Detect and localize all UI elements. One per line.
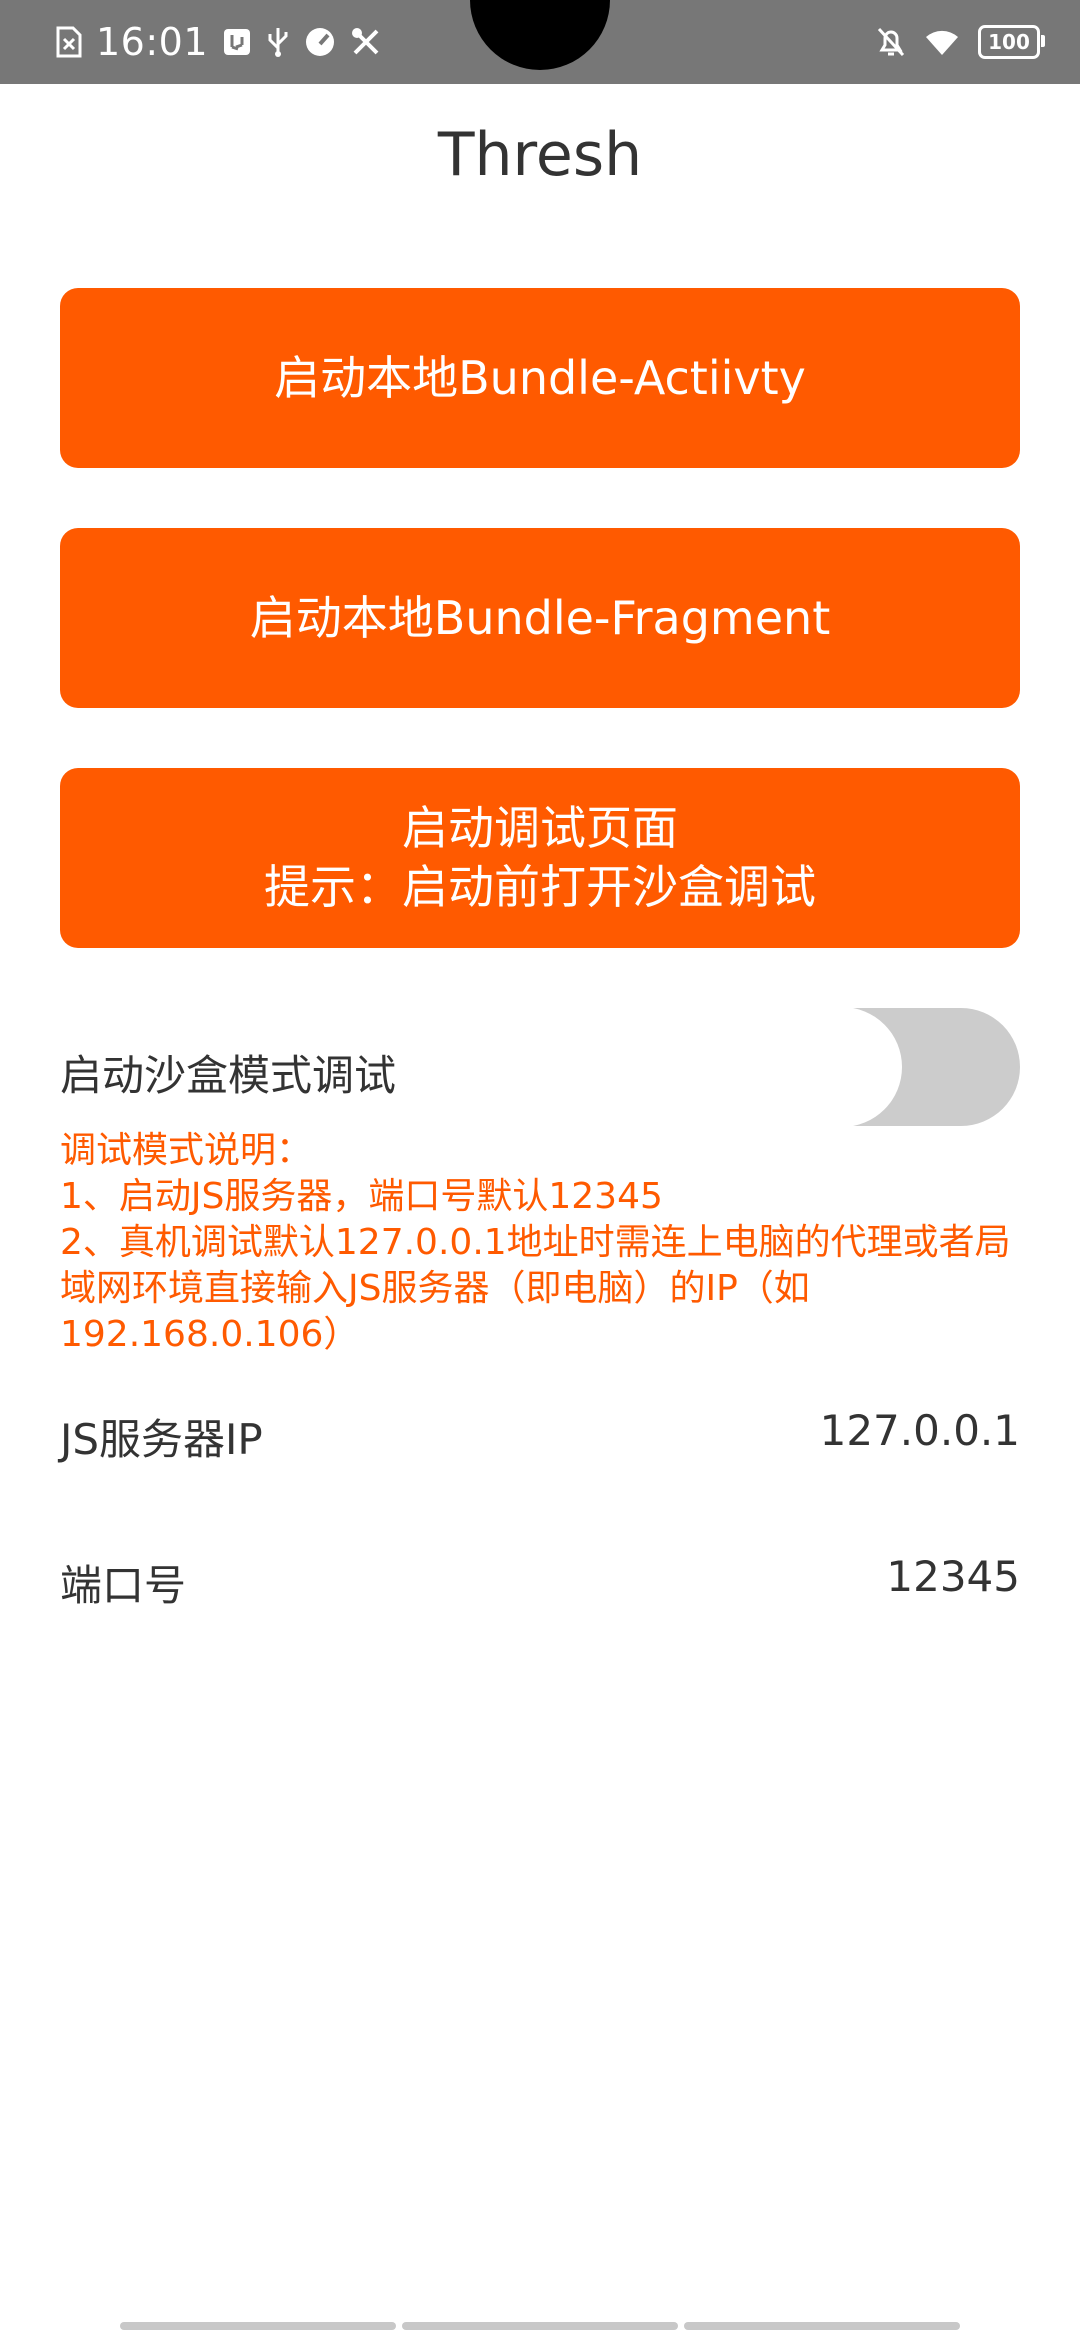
usb-icon: [266, 26, 290, 58]
gesture-segment: [120, 2322, 396, 2330]
js-server-ip-value[interactable]: 127.0.0.1: [820, 1406, 1020, 1455]
page-title: Thresh: [437, 120, 643, 190]
debug-mode-description: 调试模式说明： 1、启动JS服务器，端口号默认12345 2、真机调试默认127…: [60, 1128, 1020, 1358]
status-bar: 16:01 100: [0, 0, 1080, 84]
battery-level: 100: [988, 30, 1030, 54]
description-line-1: 1、启动JS服务器，端口号默认12345: [60, 1176, 663, 1217]
launch-debug-page-button[interactable]: 启动调试页面 提示：启动前打开沙盒调试: [60, 768, 1020, 948]
launch-fragment-button[interactable]: 启动本地Bundle-Fragment: [60, 528, 1020, 708]
description-line-2: 2、真机调试默认127.0.0.1地址时需连上电脑的代理或者局域网环境直接输入J…: [60, 1222, 1011, 1355]
gesture-navigation-bar[interactable]: [120, 2322, 960, 2330]
tools-icon: [350, 26, 382, 58]
js-server-ip-row[interactable]: JS服务器IP 127.0.0.1: [60, 1406, 1020, 1466]
status-bar-left: 16:01: [56, 16, 382, 68]
usb-debug-icon: [222, 27, 252, 57]
bell-off-icon: [876, 26, 906, 58]
wifi-icon: [924, 27, 960, 57]
launch-debug-label: 启动调试页面: [402, 801, 678, 856]
sandbox-toggle-row: 启动沙盒模式调试: [60, 1006, 1020, 1130]
gesture-segment: [684, 2322, 960, 2330]
camera-notch: [470, 0, 610, 70]
port-row[interactable]: 端口号 12345: [60, 1552, 1020, 1612]
status-bar-right: 100: [876, 16, 1045, 68]
port-label: 端口号: [60, 1561, 187, 1610]
description-heading: 调试模式说明：: [60, 1130, 313, 1171]
launch-activity-label: 启动本地Bundle-Actiivty: [274, 350, 806, 405]
sandbox-toggle-label: 启动沙盒模式调试: [60, 1051, 397, 1100]
sandbox-toggle-switch[interactable]: [782, 1007, 1020, 1127]
status-time: 16:01: [96, 20, 209, 64]
launch-activity-button[interactable]: 启动本地Bundle-Actiivty: [60, 288, 1020, 468]
toggle-knob: [782, 1007, 902, 1127]
launch-fragment-label: 启动本地Bundle-Fragment: [249, 590, 831, 645]
gesture-segment: [402, 2322, 678, 2330]
js-server-ip-label: JS服务器IP: [60, 1415, 263, 1464]
port-value[interactable]: 12345: [886, 1552, 1020, 1601]
launch-debug-hint: 提示：启动前打开沙盒调试: [264, 860, 816, 914]
file-close-icon: [56, 26, 82, 58]
speedometer-icon: [304, 26, 336, 58]
battery-icon: 100: [978, 25, 1045, 59]
